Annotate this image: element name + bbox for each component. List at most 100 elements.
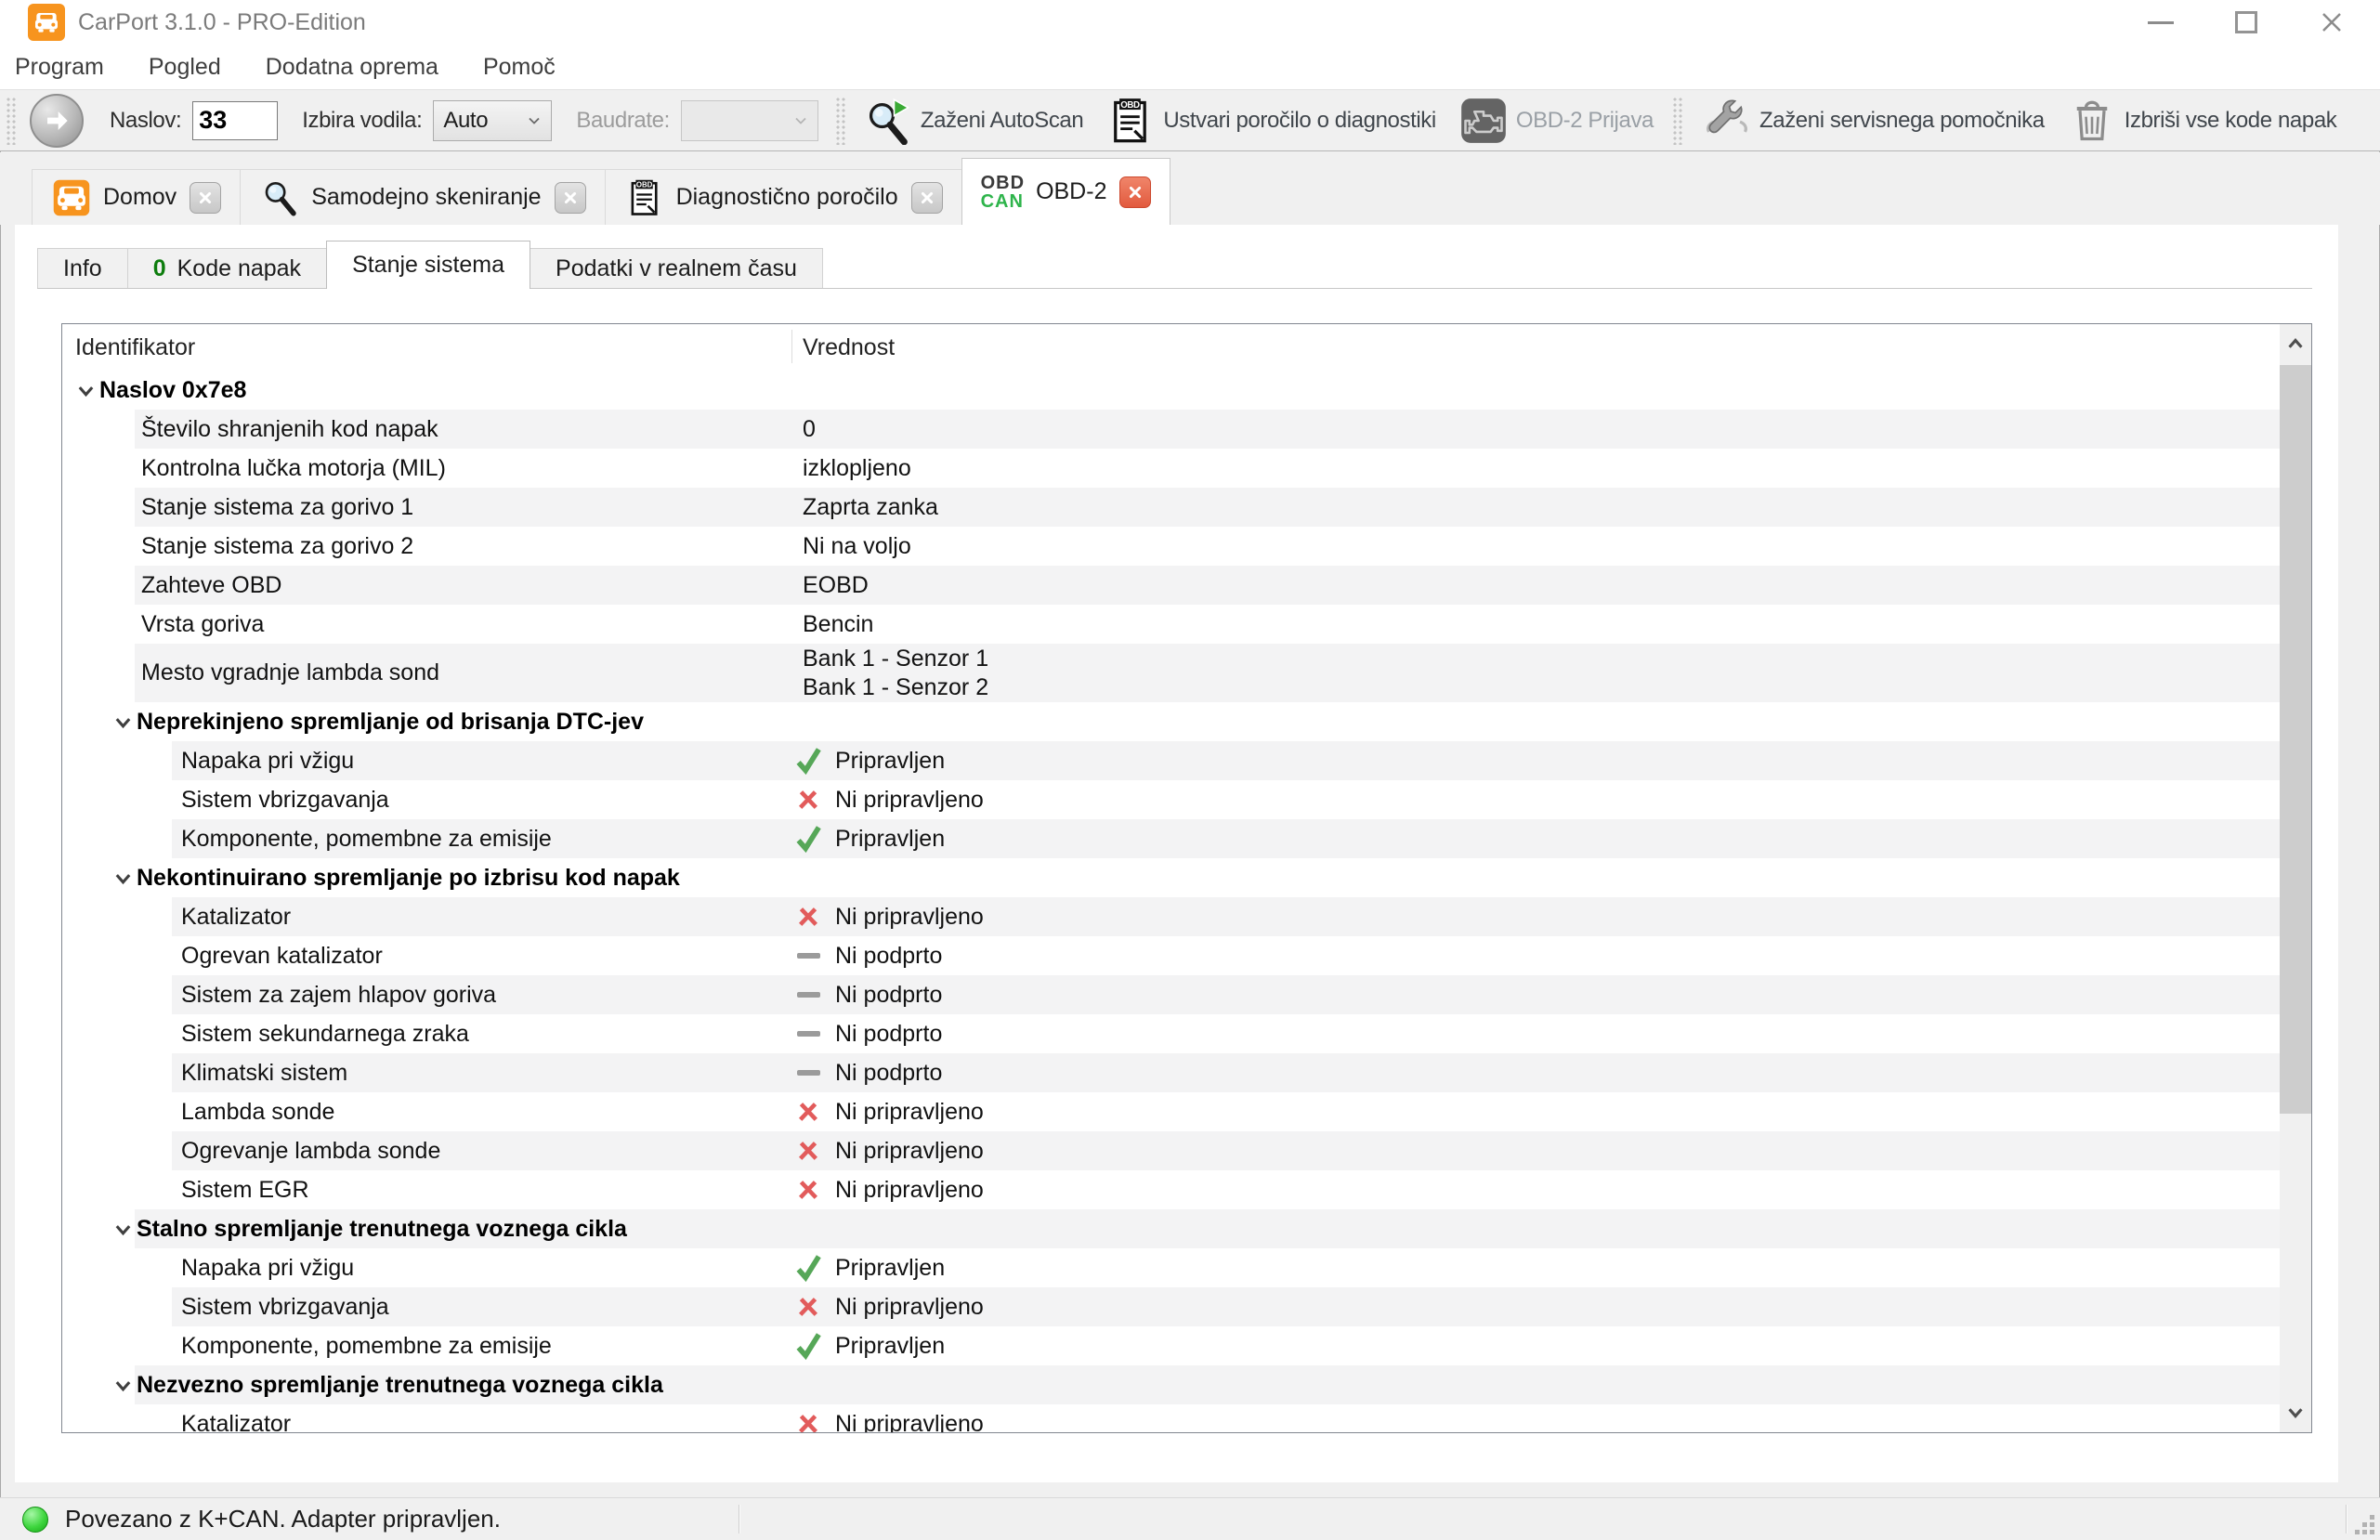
toolbar-button-label: OBD-2 Prijava xyxy=(1515,107,1654,133)
identifier-label: Sistem EGR xyxy=(181,1176,309,1203)
column-header-identifier[interactable]: Identifikator xyxy=(75,324,195,371)
table-row[interactable]: Napaka pri vžigu Pripravljen xyxy=(62,741,2280,780)
minimize-icon xyxy=(2148,20,2174,24)
table-row[interactable]: Lambda sonde Ni pripravljeno xyxy=(62,1092,2280,1131)
table-row[interactable]: Sistem vbrizgavanja Ni pripravljeno xyxy=(62,780,2280,819)
toolbar-button-label: Zaženi servisnega pomočnika xyxy=(1759,107,2045,133)
tree-chevron-icon[interactable] xyxy=(111,1374,134,1396)
obd-can-icon-bottom: CAN xyxy=(980,190,1024,212)
obd2-login-button[interactable]: OBD-2 Prijava xyxy=(1448,93,1664,149)
carport-window: { "titlebar": { "title": "CarPort 3.1.0 … xyxy=(0,0,2380,1540)
table-row[interactable]: Vrsta goriva Bencin xyxy=(62,605,2280,644)
statusbar-separator xyxy=(739,1505,740,1533)
minimize-button[interactable] xyxy=(2118,0,2203,45)
value-cell: Ni podprto xyxy=(791,1055,2280,1090)
table-row[interactable]: Komponente, pomembne za emisije Pripravlj… xyxy=(62,1326,2280,1365)
table-row[interactable]: Sistem za zajem hlapov goriva Ni podprto xyxy=(62,975,2280,1014)
menu-item-program[interactable]: Program xyxy=(15,54,104,81)
table-row[interactable]: Kontrolna lučka motorja (MIL) izklopljeno xyxy=(62,449,2280,488)
value-cell: Ni pripravljeno xyxy=(791,1094,2280,1129)
connect-arrow-button[interactable] xyxy=(30,93,84,148)
connection-led-icon xyxy=(22,1506,48,1533)
value-text: Bencin xyxy=(803,610,874,637)
baudrate-label: Baudrate: xyxy=(576,107,670,133)
table-row[interactable]: Naslov 0x7e8 xyxy=(62,371,2280,410)
scrollbar-thumb[interactable] xyxy=(2280,365,2311,1114)
subtab-kode-napak[interactable]: 0 Kode napak xyxy=(126,248,328,288)
service-assistant-button[interactable]: Zaženi servisnega pomočnika xyxy=(1692,93,2055,149)
value-text: Pripravljen xyxy=(835,1254,946,1281)
maximize-button[interactable] xyxy=(2203,0,2289,45)
value-text: Ni podprto xyxy=(835,1020,943,1047)
subtab-info[interactable]: Info xyxy=(37,248,128,288)
table-row[interactable]: Komponente, pomembne za emisije Pripravlj… xyxy=(62,819,2280,858)
tab-label: OBD-2 xyxy=(1036,178,1107,204)
value-text: EOBD xyxy=(803,571,869,598)
value-cell: Ni podprto xyxy=(791,1016,2280,1051)
tab-close-button[interactable] xyxy=(1119,176,1152,208)
autoscan-button[interactable]: Zaženi AutoScan xyxy=(853,93,1093,149)
subtab-label: Stanje sistema xyxy=(352,252,505,278)
resize-grip[interactable] xyxy=(2354,1514,2374,1534)
identifier-cell: Nekontinuirano spremljanje po izbrisu ko… xyxy=(62,865,791,892)
tab-domov[interactable]: Domov xyxy=(32,169,242,225)
tab-close-button[interactable] xyxy=(910,181,943,214)
table-row[interactable]: Klimatski sistem Ni podprto xyxy=(62,1053,2280,1092)
column-divider[interactable] xyxy=(791,330,792,363)
table-row[interactable]: Katalizator Ni pripravljeno xyxy=(62,897,2280,936)
table-row[interactable]: Zahteve OBD EOBD xyxy=(62,566,2280,605)
table-row[interactable]: Neprekinjeno spremljanje od brisanja DTC… xyxy=(62,702,2280,741)
identifier-cell: Sistem vbrizgavanja xyxy=(62,1294,791,1321)
close-icon xyxy=(2322,13,2341,32)
tab-close-button[interactable] xyxy=(190,181,222,214)
value-text: Ni podprto xyxy=(835,1059,943,1086)
tab-close-button[interactable] xyxy=(554,181,586,214)
titlebar: CarPort 3.1.0 - PRO-Edition xyxy=(0,0,2380,45)
vertical-scrollbar[interactable] xyxy=(2280,324,2311,1432)
identifier-label: Komponente, pomembne za emisije xyxy=(181,825,552,852)
table-row[interactable]: Nezvezno spremljanje trenutnega voznega … xyxy=(62,1365,2280,1404)
value-cell: Ni podprto xyxy=(791,938,2280,973)
close-button[interactable] xyxy=(2289,0,2374,45)
table-row[interactable]: Sistem vbrizgavanja Ni pripravljeno xyxy=(62,1287,2280,1326)
scroll-up-button[interactable] xyxy=(2280,324,2311,365)
table-row[interactable]: Stanje sistema za gorivo 2 Ni na voljo xyxy=(62,527,2280,566)
tree-chevron-icon[interactable] xyxy=(111,1218,134,1240)
tab-obd2[interactable]: OBD CAN OBD-2 xyxy=(961,158,1171,225)
tab-report[interactable]: OBD Diagnostično poročilo xyxy=(604,169,962,225)
menu-item-pogled[interactable]: Pogled xyxy=(149,54,221,81)
value-text: Ni podprto xyxy=(835,942,943,969)
column-header-value[interactable]: Vrednost xyxy=(803,324,895,371)
table-row[interactable]: Stalno spremljanje trenutnega voznega ci… xyxy=(62,1209,2280,1248)
tab-autoscan[interactable]: Samodejno skeniranje xyxy=(240,169,606,225)
value-cell: izklopljeno xyxy=(791,455,2280,482)
cross-icon xyxy=(790,1094,827,1129)
scroll-down-button[interactable] xyxy=(2280,1391,2311,1432)
table-row[interactable]: Katalizator Ni pripravljeno xyxy=(62,1404,2280,1432)
menu-item-dodatna-oprema[interactable]: Dodatna oprema xyxy=(266,54,438,81)
subtab-stanje-sistema[interactable]: Stanje sistema xyxy=(326,241,531,289)
table-row[interactable]: Ogrevan katalizator Ni podprto xyxy=(62,936,2280,975)
table-row[interactable]: Sistem sekundarnega zraka Ni podprto xyxy=(62,1014,2280,1053)
table-row[interactable]: Nekontinuirano spremljanje po izbrisu ko… xyxy=(62,858,2280,897)
value-cell: Ni pripravljeno xyxy=(791,1133,2280,1168)
identifier-cell: Lambda sonde xyxy=(62,1099,791,1126)
tree-chevron-icon[interactable] xyxy=(111,711,134,733)
bus-select[interactable]: Auto xyxy=(433,99,553,141)
obd-can-icon-top: OBD xyxy=(980,172,1026,193)
table-row[interactable]: Stanje sistema za gorivo 1 Zaprta zanka xyxy=(62,488,2280,527)
table-row[interactable]: Ogrevanje lambda sonde Ni pripravljeno xyxy=(62,1131,2280,1170)
address-input[interactable] xyxy=(192,100,279,140)
clear-fault-codes-button[interactable]: Izbriši vse kode napak xyxy=(2057,93,2347,149)
menu-item-pomoč[interactable]: Pomoč xyxy=(483,54,556,81)
table-row[interactable]: Mesto vgradnje lambda sond Bank 1 - Senzo… xyxy=(62,644,2280,702)
diagnostic-report-button[interactable]: OBD Ustvari poročilo o diagnostiki xyxy=(1095,93,1445,149)
tree-chevron-icon[interactable] xyxy=(74,379,97,401)
value-text: Ni na voljo xyxy=(803,532,911,559)
table-row[interactable]: Število shranjenih kod napak 0 xyxy=(62,410,2280,449)
subtab-realtime[interactable]: Podatki v realnem času xyxy=(530,248,823,288)
table-row[interactable]: Napaka pri vžigu Pripravljen xyxy=(62,1248,2280,1287)
tree-chevron-icon[interactable] xyxy=(111,867,134,889)
table-row[interactable]: Sistem EGR Ni pripravljeno xyxy=(62,1170,2280,1209)
subtab-label: Podatki v realnem času xyxy=(556,254,797,281)
